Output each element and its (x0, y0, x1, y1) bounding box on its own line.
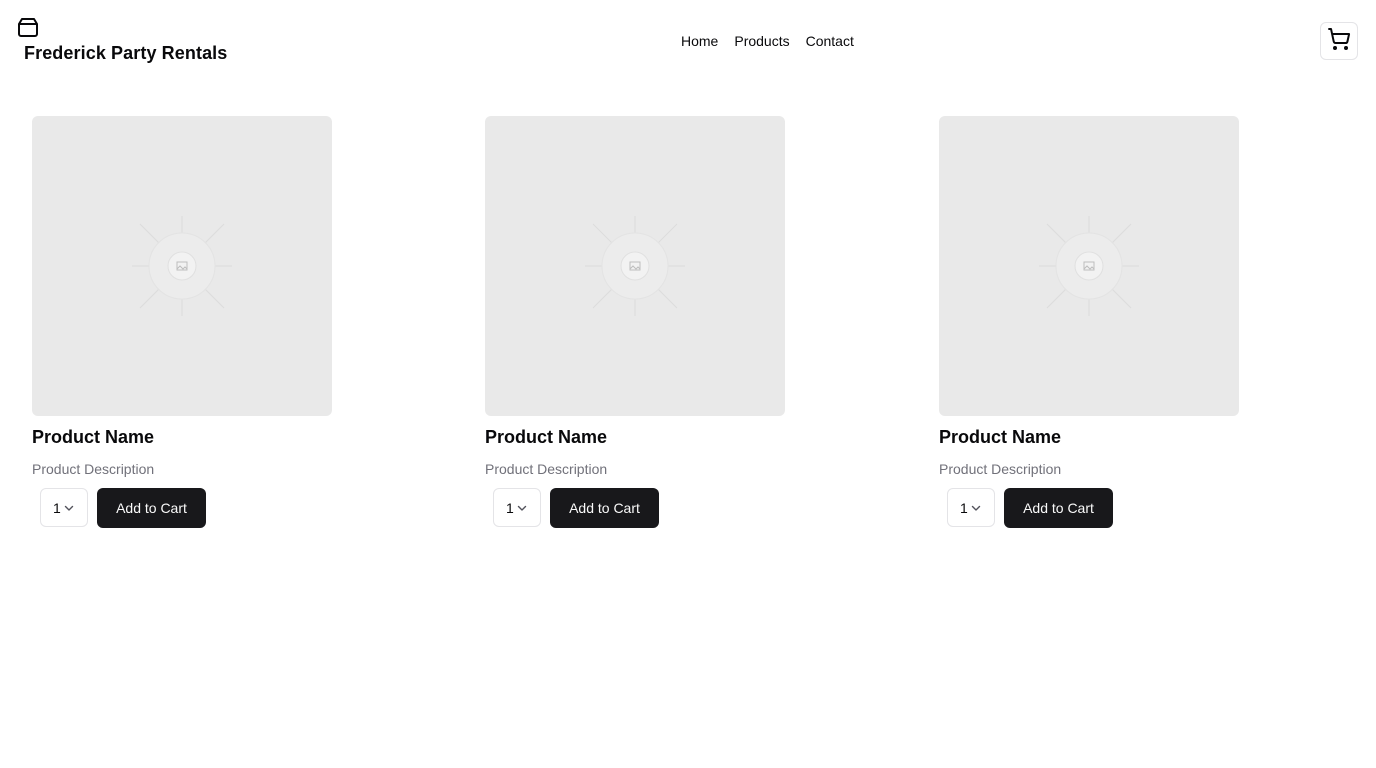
product-description: Product Description (939, 461, 1062, 477)
nav-home[interactable]: Home (681, 33, 718, 49)
quantity-value: 1 (506, 499, 514, 516)
quantity-select[interactable]: 1 (947, 488, 995, 527)
nav-contact[interactable]: Contact (806, 33, 854, 49)
product-description: Product Description (485, 461, 608, 477)
product-card: Product Name Product Description 1 Add t… (32, 116, 452, 528)
product-image (32, 116, 332, 416)
cart-button[interactable] (1320, 22, 1358, 60)
add-to-cart-button[interactable]: Add to Cart (550, 488, 659, 528)
product-card: Product Name Product Description 1 Add t… (939, 116, 1359, 528)
product-description: Product Description (32, 461, 155, 477)
site-header: Frederick Party Rentals Home Products Co… (0, 0, 1376, 84)
nav-products[interactable]: Products (734, 33, 789, 49)
chevron-down-icon (516, 502, 528, 514)
product-image (485, 116, 785, 416)
quantity-select[interactable]: 1 (493, 488, 541, 527)
shopping-cart-icon (1327, 27, 1351, 56)
quantity-select[interactable]: 1 (40, 488, 88, 527)
product-name[interactable]: Product Name (939, 427, 1061, 448)
add-to-cart-button[interactable]: Add to Cart (97, 488, 206, 528)
chevron-down-icon (970, 502, 982, 514)
quantity-value: 1 (53, 499, 61, 516)
product-name[interactable]: Product Name (485, 427, 607, 448)
product-name[interactable]: Product Name (32, 427, 154, 448)
site-brand[interactable]: Frederick Party Rentals (24, 43, 227, 64)
main-nav: Home Products Contact (681, 33, 854, 49)
quantity-value: 1 (960, 499, 968, 516)
product-image (939, 116, 1239, 416)
chevron-down-icon (63, 502, 75, 514)
add-to-cart-button[interactable]: Add to Cart (1004, 488, 1113, 528)
product-card: Product Name Product Description 1 Add t… (485, 116, 905, 528)
package-icon (17, 16, 39, 38)
